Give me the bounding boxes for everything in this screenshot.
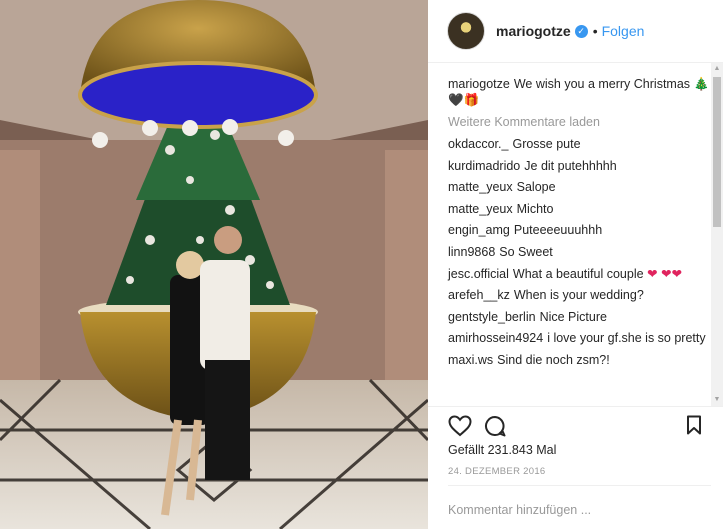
- verified-badge-icon: ✓: [574, 24, 588, 38]
- comment-text: Grosse pute: [512, 137, 581, 151]
- comment-item: matte_yeux Michto: [448, 201, 711, 217]
- comment-item: arefeh__kz When is your wedding?: [448, 287, 711, 303]
- heart-outline-icon[interactable]: [448, 415, 472, 437]
- post-header: mariogotze ✓ • Folgen: [428, 0, 723, 63]
- comment-username[interactable]: matte_yeux: [448, 180, 513, 194]
- comment-username[interactable]: jesc.official: [448, 267, 509, 281]
- post-sidebar: mariogotze ✓ • Folgen mariogotze We wish …: [428, 0, 723, 529]
- comment-item: okdaccor._ Grosse pute: [448, 136, 711, 152]
- comments-list[interactable]: mariogotze We wish you a merry Christmas …: [428, 63, 711, 406]
- comment-text: Je dit putehhhhh: [524, 158, 617, 173]
- post-photo-image: [0, 0, 428, 529]
- comment-bar: [448, 485, 711, 529]
- scroll-down-arrow-icon[interactable]: ▼: [711, 394, 723, 406]
- comments-scrollbar[interactable]: ▲ ▼: [711, 63, 723, 406]
- comment-input[interactable]: [448, 486, 688, 526]
- post-actions: [428, 406, 723, 442]
- comment-item: jesc.official What a beautiful couple ❤ ❤…: [448, 266, 711, 282]
- comment-username[interactable]: okdaccor._: [448, 137, 508, 151]
- comment-item: maxi.ws Sind die noch zsm?!: [448, 352, 711, 368]
- speech-bubble-icon[interactable]: [484, 415, 506, 437]
- post-photo[interactable]: [0, 0, 428, 529]
- load-more-comments-button[interactable]: Weitere Kommentare laden: [448, 115, 711, 129]
- comment-item: gentstyle_berlin Nice Picture: [448, 309, 711, 325]
- comment-text: i love your gf.she is so pretty: [547, 331, 706, 346]
- header-username[interactable]: mariogotze: [496, 23, 571, 39]
- comment-text: What a beautiful couple: [512, 266, 644, 281]
- comment-text: Nice Picture: [539, 309, 607, 324]
- likes-count[interactable]: Gefällt 231.843 Mal: [448, 443, 556, 457]
- comment-item: kurdimadrido Je dit putehhhhh: [448, 158, 711, 174]
- follow-button[interactable]: Folgen: [602, 23, 645, 39]
- comment-username[interactable]: amirhossein4924: [448, 331, 543, 345]
- comment-username[interactable]: linn9868: [448, 245, 495, 259]
- comment-item: amirhossein4924 i love your gf.she is so …: [448, 330, 711, 346]
- comment-text: Michto: [516, 201, 554, 216]
- caption-text: We wish you a merry Christmas: [513, 77, 691, 91]
- comment-text: So Sweet: [499, 244, 553, 259]
- comment-item: engin_amg Puteeeeuuuhhh: [448, 222, 711, 238]
- comment-username[interactable]: engin_amg: [448, 223, 510, 237]
- comment-username[interactable]: gentstyle_berlin: [448, 310, 536, 324]
- avatar[interactable]: [447, 12, 485, 50]
- comment-item: linn9868 So Sweet: [448, 244, 711, 260]
- caption-username[interactable]: mariogotze: [448, 77, 510, 91]
- comment-text: When is your wedding?: [513, 288, 644, 303]
- comment-username[interactable]: maxi.ws: [448, 353, 493, 367]
- comment-item: matte_yeux Salope: [448, 179, 711, 195]
- comment-username[interactable]: kurdimadrido: [448, 159, 520, 173]
- comment-text: Puteeeeuuuhhh: [513, 223, 603, 238]
- caption: mariogotze We wish you a merry Christmas …: [448, 76, 711, 108]
- post-date[interactable]: 24. DEZEMBER 2016: [448, 466, 546, 477]
- bookmark-icon[interactable]: [686, 415, 702, 435]
- comment-username[interactable]: matte_yeux: [448, 202, 513, 216]
- heart-emoji-icon: ❤ ❤❤: [647, 266, 682, 281]
- comment-text: Sind die noch zsm?!: [497, 352, 610, 367]
- comment-text: Salope: [516, 180, 556, 195]
- comment-username[interactable]: arefeh__kz: [448, 288, 510, 302]
- header-separator: •: [592, 23, 598, 39]
- scroll-up-arrow-icon[interactable]: ▲: [711, 63, 723, 75]
- scrollbar-thumb[interactable]: [713, 77, 721, 227]
